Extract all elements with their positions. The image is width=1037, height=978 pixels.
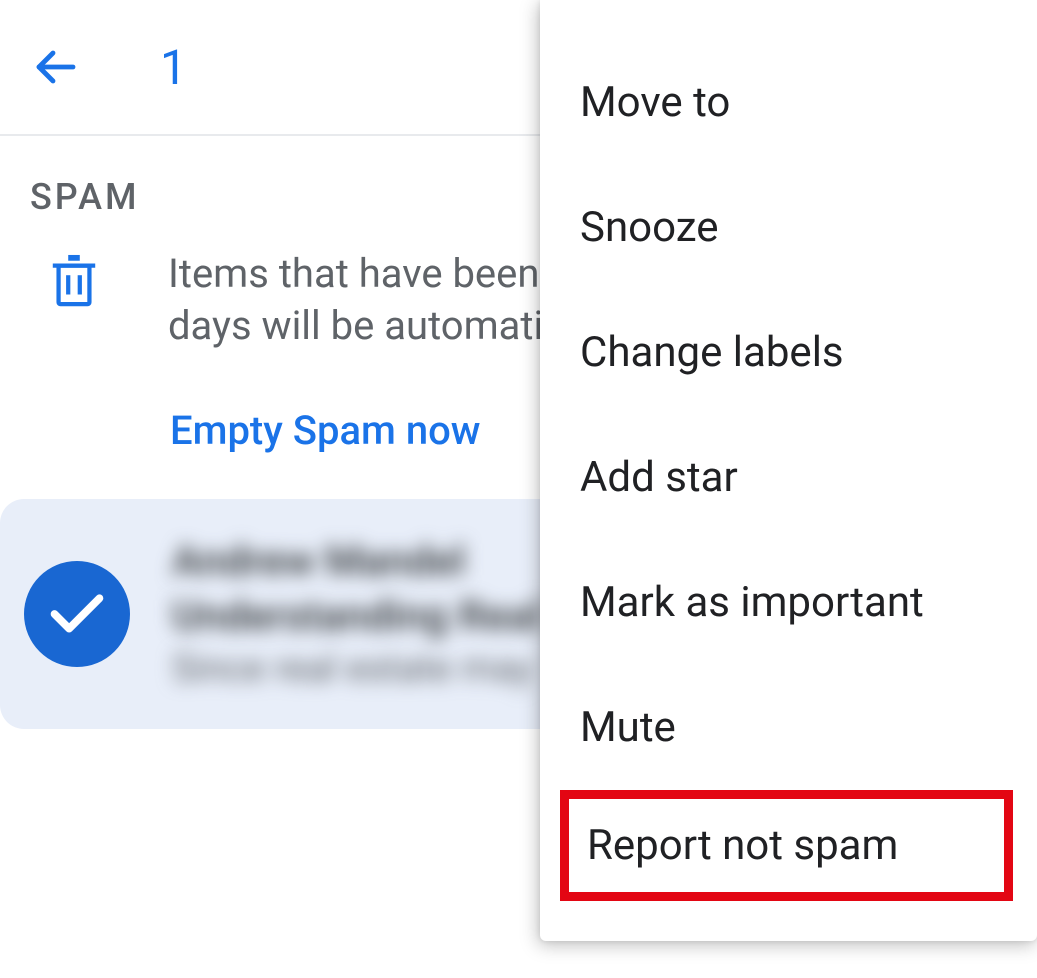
email-sender: Andrew Mandel <box>172 537 541 586</box>
back-arrow-icon <box>31 43 79 91</box>
menu-item-report-not-spam[interactable]: Report not spam <box>560 790 1013 901</box>
selected-checkmark[interactable] <box>24 561 130 667</box>
overflow-menu: Move toSnoozeChange labelsAdd starMark a… <box>540 0 1037 941</box>
menu-item-mark-as-important[interactable]: Mark as important <box>540 540 1037 665</box>
email-preview: Since real estate may <box>172 647 541 691</box>
back-button[interactable] <box>30 42 80 92</box>
selection-count: 1 <box>160 39 187 96</box>
email-content: Andrew Mandel Understanding Real Since r… <box>172 537 541 691</box>
menu-item-move-to[interactable]: Move to <box>540 40 1037 165</box>
menu-item-mute[interactable]: Mute <box>540 665 1037 790</box>
menu-item-snooze[interactable]: Snooze <box>540 165 1037 290</box>
menu-item-add-star[interactable]: Add star <box>540 415 1037 540</box>
check-icon <box>50 593 104 635</box>
menu-item-change-labels[interactable]: Change labels <box>540 290 1037 415</box>
email-subject: Understanding Real <box>172 592 541 641</box>
trash-icon <box>50 254 98 312</box>
